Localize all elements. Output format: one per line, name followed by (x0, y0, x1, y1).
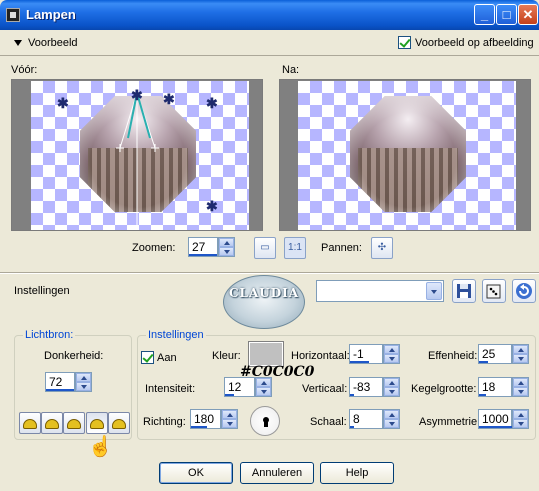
darkness-input[interactable]: 72 (45, 372, 75, 392)
direction-input[interactable]: 180 (190, 409, 221, 429)
vertical-label: Verticaal: (302, 383, 348, 395)
cone-size-label: Kegelgrootte: (411, 383, 477, 395)
window-title: Lampen (26, 7, 76, 22)
vertical-spinner[interactable] (383, 377, 400, 397)
color-label: Kleur: (212, 350, 241, 362)
on-label: Aan (157, 352, 177, 364)
claudia-watermark-logo: CLAUDIA (223, 275, 305, 329)
intensity-label: Intensiteit: (145, 383, 196, 395)
preview-on-image-checkbox[interactable] (398, 36, 411, 49)
light-position-marker-icon[interactable]: ✱ (57, 96, 69, 110)
darkness-label: Donkerheid: (44, 350, 104, 362)
light-3-button[interactable] (63, 412, 85, 434)
preset-dropdown[interactable] (316, 280, 444, 302)
scale-spinner[interactable] (383, 409, 400, 429)
maximize-button[interactable]: □ (496, 4, 517, 25)
ok-button[interactable]: OK (159, 462, 233, 484)
light-position-marker-icon[interactable]: ✱ (206, 199, 218, 213)
settings-label: Instellingen (14, 285, 70, 297)
sharpness-spinner[interactable] (512, 344, 529, 364)
reset-icon[interactable] (512, 279, 536, 303)
light-1-button[interactable] (19, 412, 41, 434)
zoom-actual-size-button[interactable]: 1:1 (284, 237, 306, 259)
intensity-spinner[interactable] (255, 377, 272, 397)
chevron-down-icon[interactable] (426, 282, 442, 300)
before-label: Vóór: (11, 64, 38, 76)
zoom-input[interactable]: 27 (188, 237, 218, 257)
asymmetry-input[interactable]: 1000 (478, 409, 513, 429)
horizontal-input[interactable]: -1 (349, 344, 383, 364)
close-button[interactable]: ✕ (518, 4, 538, 25)
preview-toggle-label[interactable]: Voorbeeld (28, 37, 78, 49)
after-preview (279, 79, 531, 231)
pan-label: Pannen: (321, 242, 362, 254)
preview-on-image-option[interactable]: Voorbeeld op afbeelding (398, 36, 534, 49)
darkness-spinner[interactable] (75, 372, 92, 392)
light-2-button[interactable] (41, 412, 63, 434)
zoom-spinner[interactable] (218, 237, 235, 257)
sharpness-input[interactable]: 25 (478, 344, 512, 364)
cone-size-input[interactable]: 18 (478, 377, 512, 397)
before-preview[interactable]: ✱ ✱ ✱ ✱ ✱ (11, 79, 263, 231)
light-source-title: Lichtbron: (23, 329, 76, 341)
horizontal-spinner[interactable] (383, 344, 400, 364)
vertical-input[interactable]: -83 (349, 377, 383, 397)
randomize-dice-icon[interactable] (482, 279, 506, 303)
light-position-marker-icon[interactable]: ✱ (131, 88, 143, 102)
after-label: Na: (282, 64, 300, 76)
pan-move-icon[interactable]: ✣ (371, 237, 393, 259)
light-4-button[interactable] (86, 412, 108, 434)
direction-dial[interactable] (250, 406, 280, 436)
color-swatch[interactable] (249, 342, 283, 366)
cancel-button[interactable]: Annuleren (240, 462, 314, 484)
lamp-icon (90, 419, 104, 429)
on-checkbox[interactable] (141, 351, 154, 364)
preview-header: Voorbeeld Voorbeeld op afbeelding (0, 30, 539, 56)
asymmetry-label: Asymmetrie: (419, 416, 481, 428)
sharpness-label: Effenheid: (428, 350, 478, 362)
zoom-fit-button[interactable]: ▭ (254, 237, 276, 259)
scale-label: Schaal: (310, 416, 347, 428)
minimize-button[interactable]: _ (474, 4, 495, 25)
horizontal-label: Horizontaal: (291, 350, 350, 362)
asymmetry-spinner[interactable] (512, 409, 529, 429)
light-position-marker-icon[interactable]: ✱ (163, 92, 175, 106)
intensity-input[interactable]: 12 (224, 377, 255, 397)
direction-label: Richting: (143, 416, 186, 428)
direction-spinner[interactable] (221, 409, 238, 429)
app-icon (6, 8, 20, 22)
pointing-hand-icon: ☝ (88, 436, 113, 458)
preview-on-image-label: Voorbeeld op afbeelding (415, 36, 534, 49)
lamp-icon (67, 419, 81, 429)
lamp-icon (23, 419, 37, 429)
save-preset-icon[interactable] (452, 279, 476, 303)
scale-input[interactable]: 8 (349, 409, 383, 429)
zoom-label: Zoomen: (132, 242, 176, 254)
light-position-marker-icon[interactable]: ✱ (206, 96, 218, 110)
help-button[interactable]: Help (320, 462, 394, 484)
lamp-icon (45, 419, 59, 429)
cone-size-spinner[interactable] (512, 377, 529, 397)
light-5-button[interactable] (108, 412, 130, 434)
title-bar: Lampen _ □ ✕ (0, 0, 539, 30)
lamp-icon (112, 419, 126, 429)
settings-group-title: Instellingen (146, 329, 206, 341)
collapse-arrow-icon[interactable] (14, 40, 22, 46)
